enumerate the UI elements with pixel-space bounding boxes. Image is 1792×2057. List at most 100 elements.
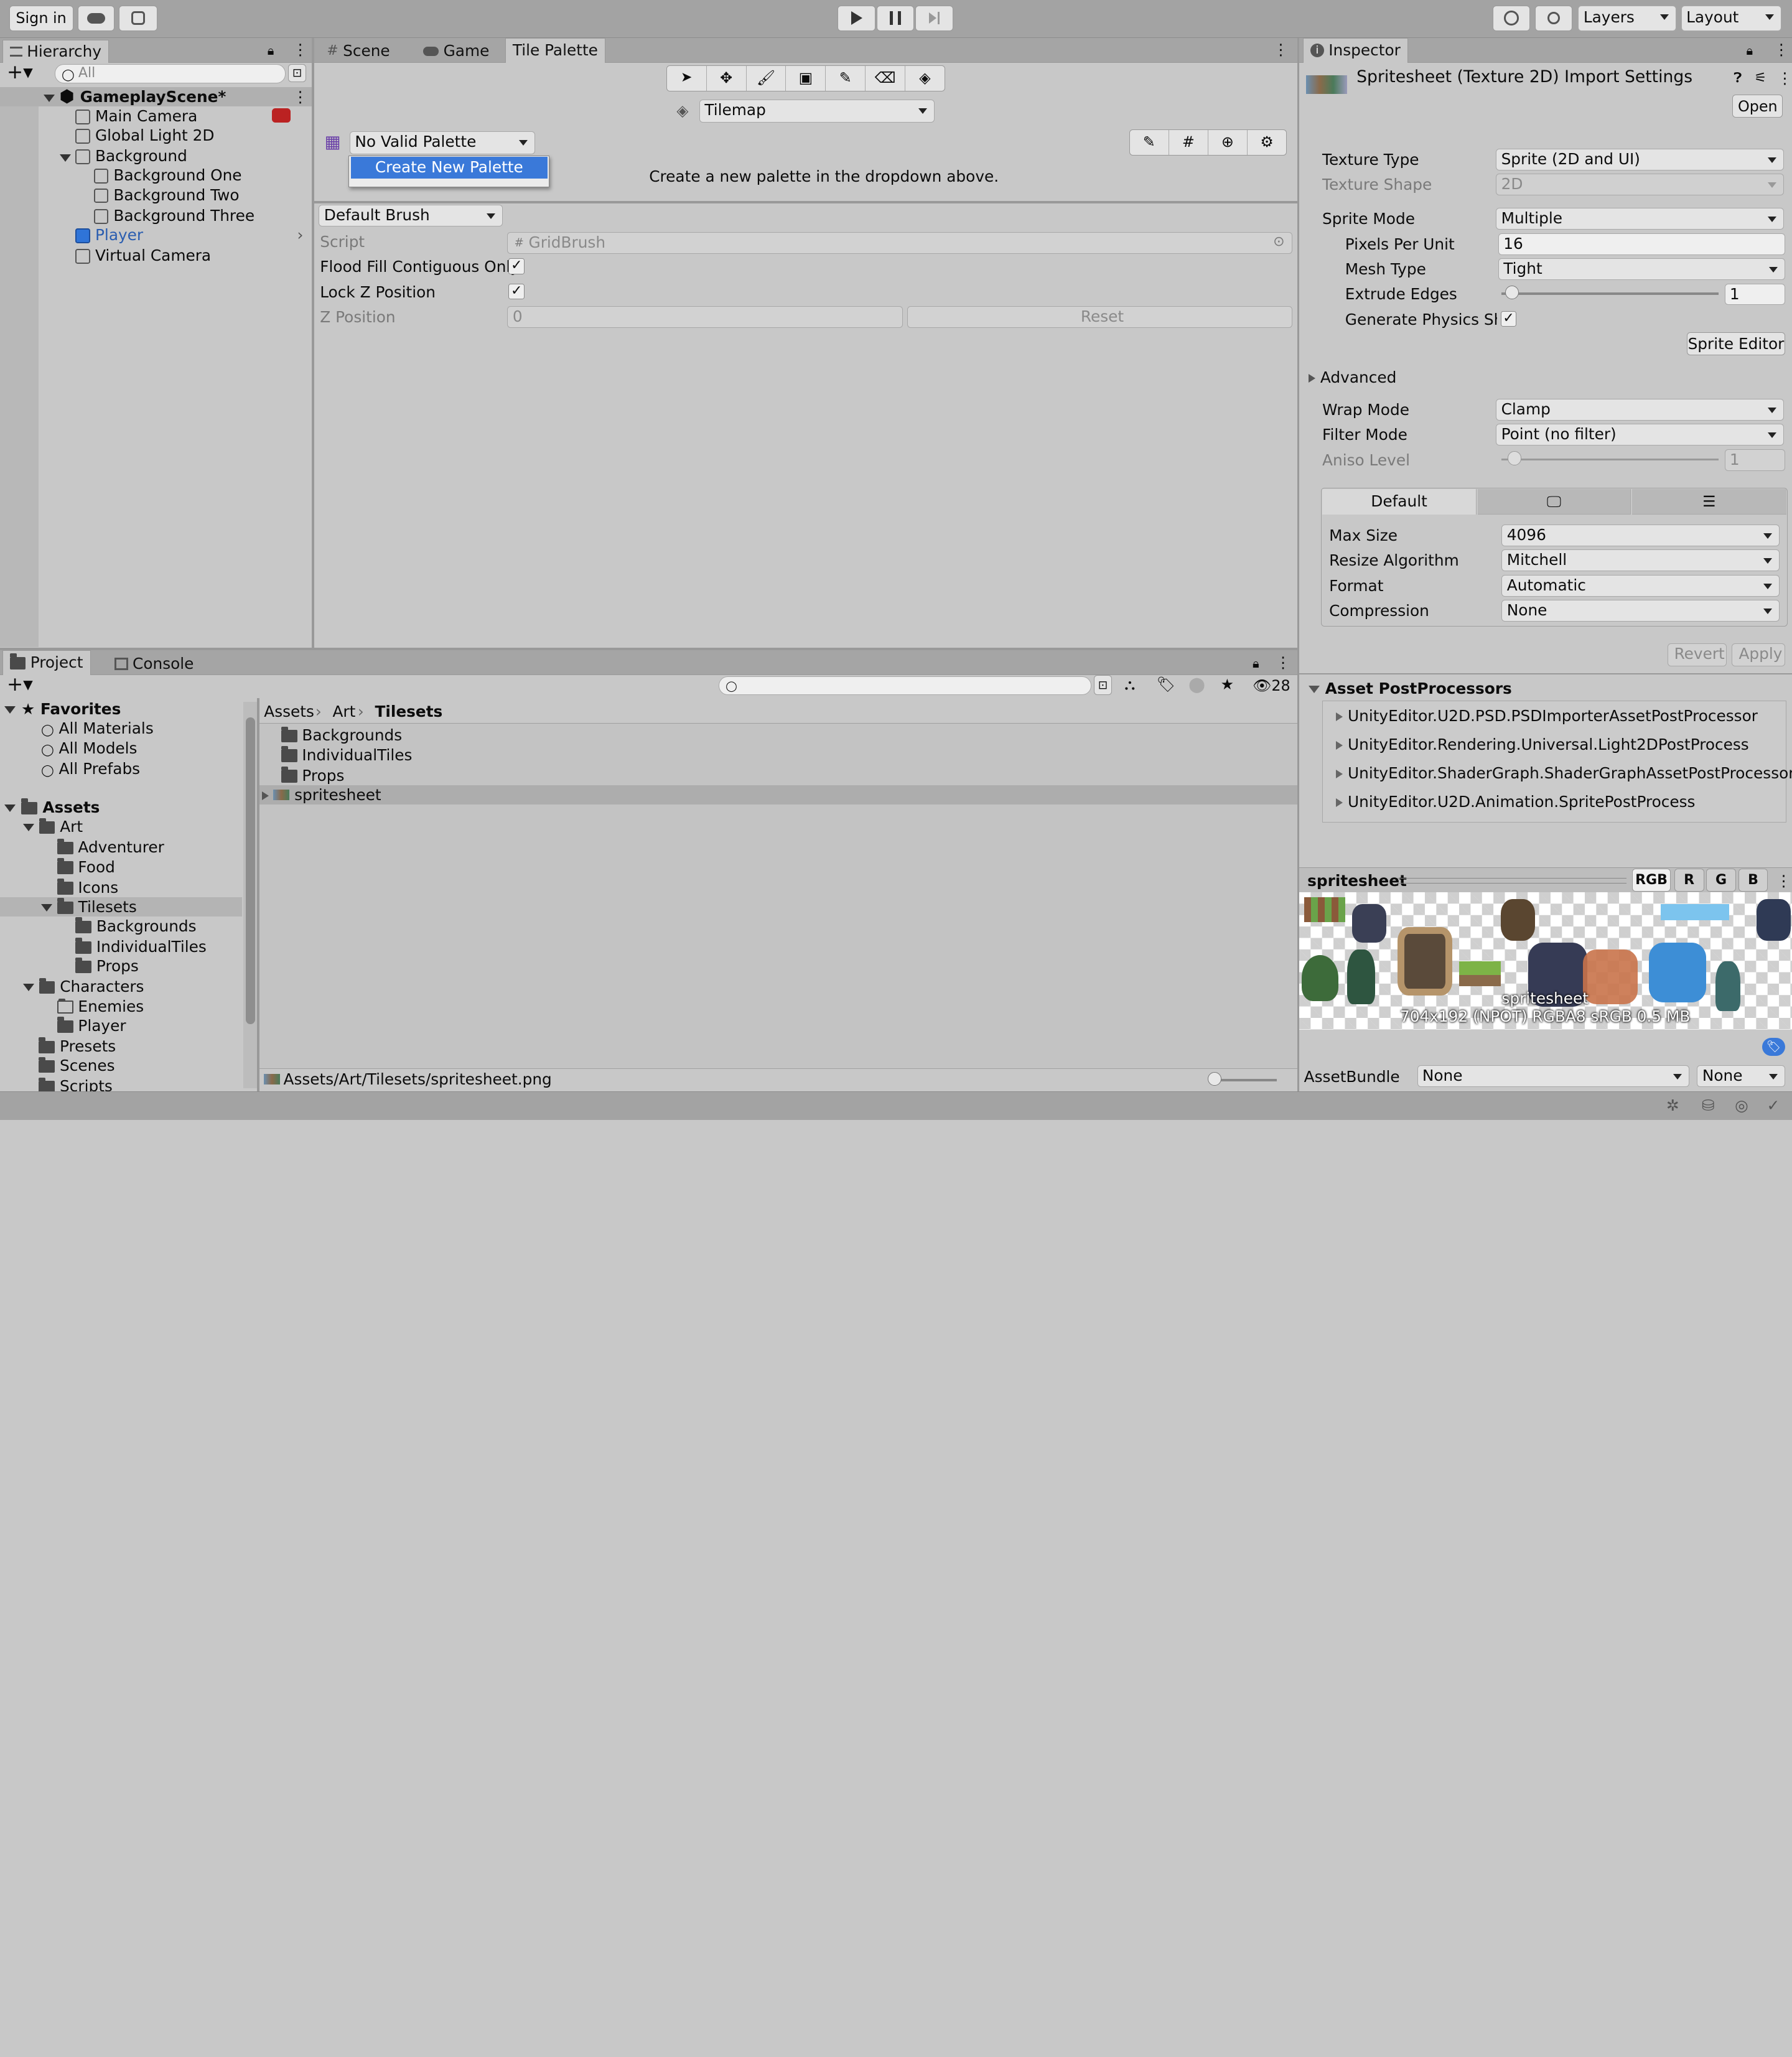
sign-in-button[interactable]: Sign in <box>9 6 73 31</box>
channel-rgb-button[interactable]: RGB <box>1631 868 1671 892</box>
tab-scene[interactable]: # Scene <box>320 40 396 63</box>
hierarchy-item-background-one[interactable]: Background One <box>93 166 242 185</box>
create-asset-button[interactable]: +▾ <box>7 675 33 694</box>
tab-platform-default[interactable]: Default <box>1322 489 1477 515</box>
tilemap-dropdown[interactable]: Tilemap <box>699 99 935 123</box>
lock-icon[interactable]: 🔒︎ <box>1746 41 1753 60</box>
tree-scrollbar-thumb[interactable] <box>245 717 255 1024</box>
grid-toggle-button[interactable]: # <box>1169 129 1208 155</box>
mesh-type-dropdown[interactable]: Tight <box>1498 258 1785 280</box>
wrap-mode-dropdown[interactable]: Clamp <box>1496 399 1785 421</box>
debug-icon[interactable]: ✲ <box>1666 1096 1679 1115</box>
brush-dropdown[interactable]: Default Brush <box>319 204 503 226</box>
layers-dropdown[interactable]: Layers <box>1578 6 1677 31</box>
channel-g-button[interactable]: G <box>1706 868 1736 892</box>
assetbundle-variant-dropdown[interactable]: None <box>1697 1065 1785 1087</box>
gen-physics-checkbox[interactable]: ✓ <box>1500 310 1517 327</box>
tree-tilesets[interactable]: Tilesets <box>41 897 137 917</box>
scene-menu-icon[interactable]: ⋮ <box>292 87 308 106</box>
play-button[interactable] <box>838 6 875 31</box>
hierarchy-item-background-two[interactable]: Background Two <box>93 185 240 205</box>
box-fill-tool-button[interactable]: ▣ <box>786 65 826 91</box>
cache-server-icon[interactable]: ⛁ <box>1702 1096 1715 1115</box>
history-button[interactable] <box>1492 6 1531 31</box>
postprocessor-item[interactable]: UnityEditor.ShaderGraph.ShaderGraphAsset… <box>1336 763 1792 783</box>
kebab-icon[interactable]: ⋮ <box>1777 68 1792 88</box>
tab-console[interactable]: Console <box>108 653 201 676</box>
max-size-dropdown[interactable]: 4096 <box>1501 525 1780 546</box>
open-button[interactable]: Open <box>1732 95 1783 118</box>
create-button[interactable]: +▾ <box>7 62 33 82</box>
postprocessor-item[interactable]: UnityEditor.U2D.Animation.SpritePostProc… <box>1336 792 1695 811</box>
file-item[interactable]: Props <box>281 766 344 785</box>
palette-settings-button[interactable]: ⚙ <box>1248 130 1286 155</box>
tree-item[interactable]: Scenes <box>39 1056 115 1075</box>
hierarchy-item-global-light[interactable]: Global Light 2D <box>75 126 214 145</box>
gizmos-toggle-button[interactable]: ⊕ <box>1208 129 1248 155</box>
eraser-tool-button[interactable]: ⌫ <box>866 65 906 91</box>
tree-item[interactable]: Food <box>57 857 115 877</box>
sprite-editor-button[interactable]: Sprite Editor <box>1686 332 1785 356</box>
tab-project[interactable]: Project <box>2 650 91 676</box>
hierarchy-item-background[interactable]: Background <box>75 146 187 166</box>
edit-palette-button[interactable]: ✎ <box>1130 129 1169 155</box>
lock-z-checkbox[interactable]: ✓ <box>508 283 525 300</box>
tree-item[interactable]: Icons <box>57 878 118 897</box>
channel-b-button[interactable]: B <box>1738 868 1768 892</box>
search-by-type-button[interactable]: ⊡ <box>287 63 307 83</box>
kebab-icon[interactable]: ⋮ <box>1776 871 1791 890</box>
collab-button[interactable] <box>119 6 158 31</box>
file-item[interactable]: IndividualTiles <box>281 745 412 765</box>
progress-icon[interactable]: ✓ <box>1767 1096 1780 1115</box>
kebab-icon[interactable]: ⋮ <box>1276 653 1291 672</box>
tree-item[interactable]: IndividualTiles <box>75 937 207 956</box>
step-button[interactable] <box>915 6 953 31</box>
tree-item[interactable]: Adventurer <box>57 837 164 857</box>
object-picker-icon[interactable]: ⊙ <box>1273 232 1284 251</box>
hierarchy-item-background-three[interactable]: Background Three <box>93 206 254 225</box>
favorite-star-icon[interactable]: ★ <box>1221 675 1234 694</box>
breadcrumb-tilesets[interactable]: Tilesets <box>375 702 442 721</box>
project-search-input[interactable] <box>719 676 1092 695</box>
channel-r-button[interactable]: R <box>1674 868 1704 892</box>
postprocessor-item[interactable]: UnityEditor.U2D.PSD.PSDImporterAssetPost… <box>1336 706 1758 725</box>
tree-item[interactable]: Player <box>57 1016 126 1035</box>
tree-item[interactable]: Enemies <box>57 997 144 1016</box>
auto-generate-lighting-icon[interactable]: ◎ <box>1735 1096 1748 1115</box>
tree-characters[interactable]: Characters <box>22 977 144 996</box>
tab-platform-server[interactable]: ☰ <box>1631 489 1786 515</box>
file-item-spritesheet[interactable]: spritesheet <box>261 785 381 805</box>
favorites-foldout[interactable]: ★ Favorites <box>4 699 121 719</box>
tab-hierarchy[interactable]: Hierarchy <box>2 40 110 63</box>
kebab-icon[interactable]: ⋮ <box>1774 40 1790 59</box>
help-icon[interactable]: ❓︎ <box>1734 68 1742 88</box>
filter-mode-dropdown[interactable]: Point (no filter) <box>1496 424 1785 446</box>
tab-game[interactable]: Game <box>416 40 497 63</box>
search-button[interactable] <box>1534 6 1573 31</box>
texture-type-dropdown[interactable]: Sprite (2D and UI) <box>1496 148 1785 170</box>
tree-item[interactable]: Props <box>75 956 139 976</box>
assetbundle-dropdown[interactable]: None <box>1417 1065 1689 1087</box>
preview-drag-handle[interactable] <box>1398 877 1626 884</box>
filter-by-type-icon[interactable]: ⛬ <box>1124 675 1135 694</box>
filter-by-label-icon[interactable]: 🏷︎ <box>1157 675 1175 694</box>
extrude-slider-thumb[interactable] <box>1505 286 1519 300</box>
cloud-button[interactable] <box>77 6 114 31</box>
menu-item-create-new-palette[interactable]: Create New Palette <box>350 156 548 179</box>
tree-assets[interactable]: Assets <box>4 798 100 817</box>
search-by-type-button[interactable]: ⊡ <box>1093 675 1113 695</box>
breadcrumb-assets[interactable]: Assets <box>264 702 314 721</box>
flood-fill-checkbox[interactable]: ✓ <box>508 258 525 274</box>
background-expand-icon[interactable] <box>59 147 71 167</box>
favorite-item[interactable]: ◯ All Prefabs <box>41 759 140 780</box>
hidden-packages-toggle[interactable]: 👁︎28 <box>1253 676 1290 696</box>
compression-dropdown[interactable]: None <box>1501 600 1780 622</box>
extrude-slider-track[interactable] <box>1501 292 1719 295</box>
paint-tool-button[interactable]: 🖌︎ <box>747 65 786 91</box>
lock-icon[interactable]: 🔒︎ <box>1253 654 1259 673</box>
hierarchy-item-player[interactable]: Player <box>75 225 143 245</box>
scene-expand-icon[interactable] <box>43 88 55 107</box>
hierarchy-search-input[interactable]: All <box>55 63 286 84</box>
favorite-item[interactable]: ◯ All Materials <box>41 719 154 740</box>
breadcrumb-art[interactable]: Art <box>332 702 355 721</box>
